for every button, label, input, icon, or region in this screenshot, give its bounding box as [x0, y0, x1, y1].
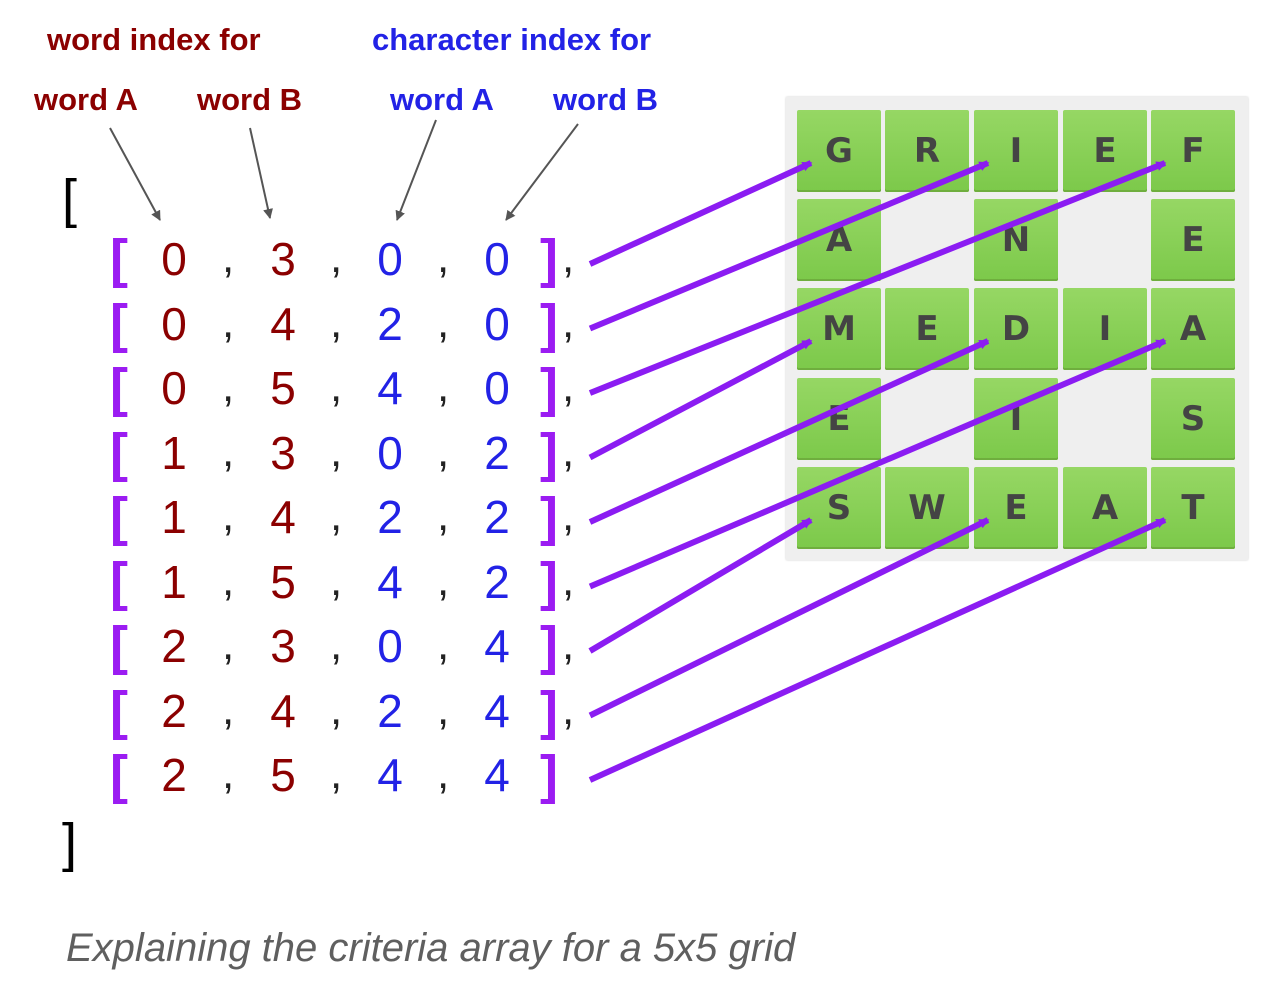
- header-pointer-arrow: [395, 119, 437, 221]
- row-to-cell-arrow: [588, 517, 1167, 783]
- pointer-arrows: [109, 119, 1167, 783]
- caption: Explaining the criteria array for a 5x5 …: [66, 926, 796, 970]
- row-to-cell-arrow: [588, 338, 1167, 590]
- header-pointer-arrow: [109, 127, 161, 221]
- row-to-cell-arrow: [588, 338, 813, 461]
- row-to-cell-arrow: [588, 160, 990, 332]
- header-pointer-arrow: [249, 127, 273, 219]
- header-pointer-arrow: [505, 123, 579, 221]
- row-to-cell-arrow: [588, 160, 1167, 396]
